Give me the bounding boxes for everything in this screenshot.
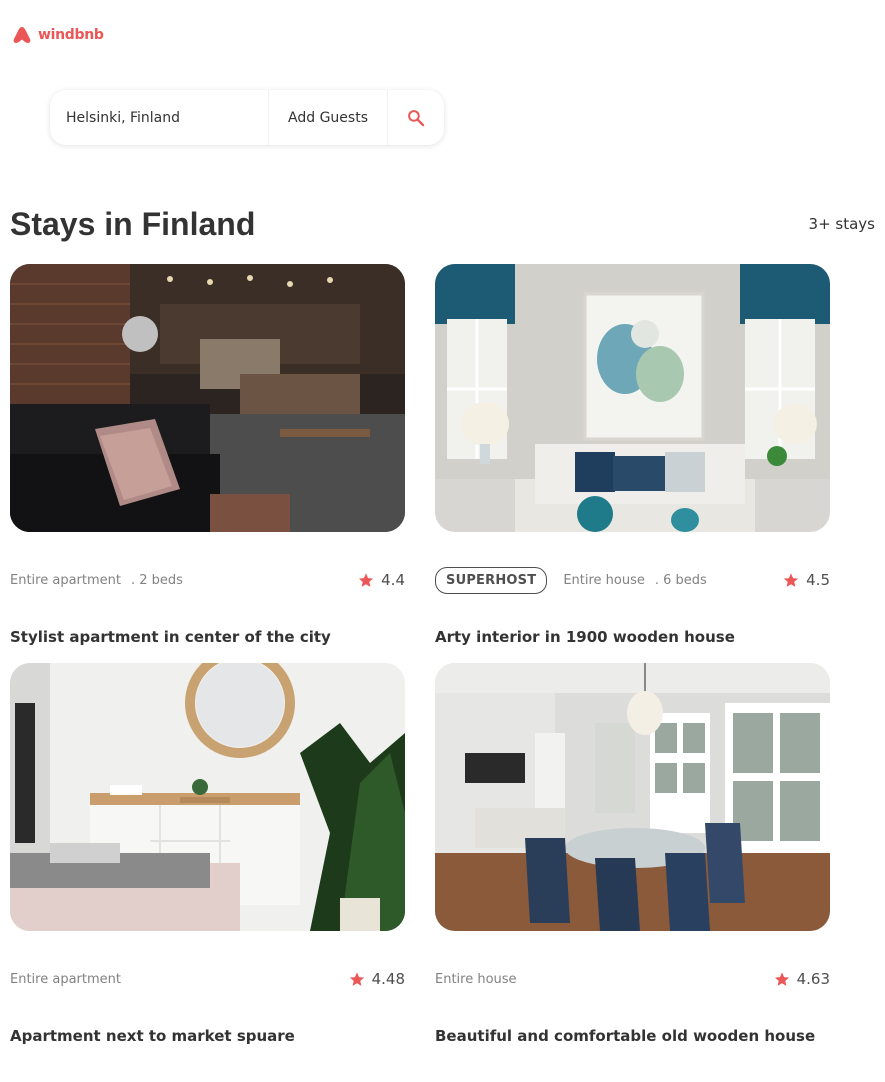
- location-field[interactable]: Helsinki, Finland: [50, 90, 269, 145]
- guests-field[interactable]: Add Guests: [269, 90, 388, 145]
- stay-photo: [435, 264, 830, 532]
- search-button[interactable]: [388, 90, 444, 145]
- stay-photo: [10, 663, 405, 931]
- stay-beds: . 2 beds: [130, 572, 183, 588]
- rating-value: 4.48: [371, 970, 405, 988]
- superhost-badge: SUPERHOST: [435, 566, 548, 594]
- stay-title: Apartment next to market spuare: [10, 1027, 295, 1045]
- stay-meta: SUPERHOST Entire house . 6 beds 4.5: [435, 565, 830, 595]
- stay-rating: 4.48: [348, 970, 405, 988]
- rating-value: 4.63: [796, 970, 830, 988]
- stay-photo: [435, 663, 830, 931]
- stays-count: 3+ stays: [808, 215, 875, 233]
- stay-rating: 4.4: [357, 571, 405, 589]
- stay-type: Entire apartment: [10, 572, 121, 588]
- star-icon: [774, 971, 789, 986]
- stay-title: Stylist apartment in center of the city: [10, 628, 331, 646]
- stay-title: Arty interior in 1900 wooden house: [435, 628, 735, 646]
- search-icon: [408, 109, 425, 126]
- star-icon: [349, 971, 364, 986]
- stay-type: Entire apartment: [10, 971, 121, 987]
- star-icon: [359, 572, 374, 587]
- stay-meta: Entire apartment 4.48: [10, 964, 405, 994]
- logo-text: windbnb: [38, 27, 104, 43]
- stay-type: Entire house: [435, 971, 517, 987]
- stay-rating: 4.5: [782, 571, 830, 589]
- search-bar: Helsinki, Finland Add Guests: [50, 90, 444, 145]
- rating-value: 4.5: [806, 571, 830, 589]
- stay-card[interactable]: Entire house 4.63 Beautiful and comforta…: [435, 663, 830, 1045]
- stay-card[interactable]: Entire apartment 4.48 Apartment next to …: [10, 663, 405, 1045]
- page-title: Stays in Finland: [10, 206, 256, 242]
- stay-card[interactable]: SUPERHOST Entire house . 6 beds 4.5 Arty…: [435, 264, 830, 646]
- stay-photo: [10, 264, 405, 532]
- stay-meta: Entire house 4.63: [435, 964, 830, 994]
- stay-card[interactable]: Entire apartment . 2 beds 4.4 Stylist ap…: [10, 264, 405, 646]
- rating-value: 4.4: [381, 571, 405, 589]
- star-icon: [784, 572, 799, 587]
- stay-meta: Entire apartment . 2 beds 4.4: [10, 565, 405, 595]
- stay-beds: . 6 beds: [654, 572, 707, 588]
- logo-icon: [13, 27, 31, 43]
- stay-type: Entire house: [563, 572, 645, 588]
- stay-title: Beautiful and comfortable old wooden hou…: [435, 1027, 816, 1045]
- stay-rating: 4.63: [773, 970, 830, 988]
- windbnb-logo[interactable]: windbnb: [12, 24, 104, 46]
